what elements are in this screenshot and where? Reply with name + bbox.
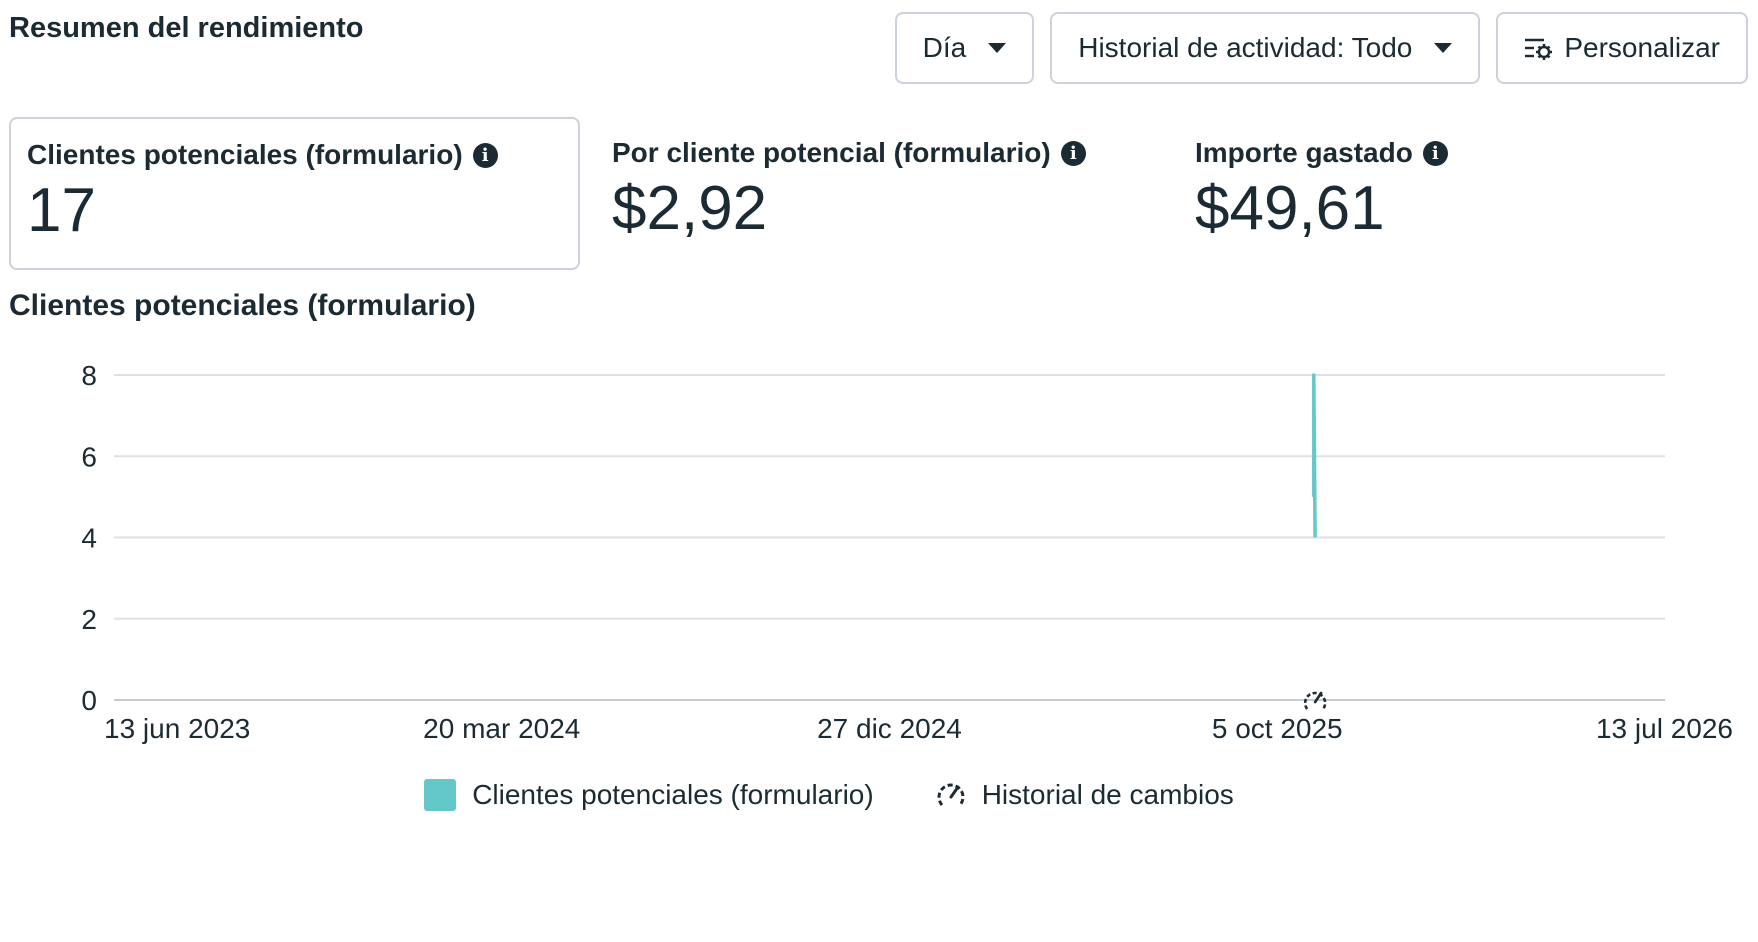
toolbar: Día Historial de actividad: Todo Persona… [894,12,1748,84]
x-tick-label: 27 dic 2024 [817,713,962,744]
y-tick-label: 2 [81,604,97,635]
y-tick-label: 6 [81,441,97,472]
metric-value: $49,61 [1195,174,1385,243]
caret-down-icon [1434,43,1453,53]
metric-card-amount-spent[interactable]: Importe gastado i $49,61 [1179,117,1749,270]
activity-history-dropdown[interactable]: Historial de actividad: Todo [1050,12,1481,84]
legend-label: Clientes potenciales (formulario) [472,779,874,810]
y-tick-label: 8 [81,360,97,391]
info-icon[interactable]: i [1060,140,1086,166]
customize-button-label: Personalizar [1564,32,1720,63]
chart-legend: Clientes potenciales (formulario) Histor… [0,778,1758,812]
metric-label-text: Importe gastado [1195,137,1413,168]
metric-value: 17 [27,176,96,245]
metric-label: Clientes potenciales (formulario) i [27,139,562,171]
info-icon[interactable]: i [1422,140,1448,166]
x-tick-label: 13 jul 2026 [1596,713,1733,744]
metrics-row: Clientes potenciales (formulario) i 17 P… [9,117,1749,270]
customize-icon [1525,38,1553,60]
y-tick-label: 4 [81,523,97,554]
page-title: Resumen del rendimiento [9,12,364,44]
day-dropdown[interactable]: Día [894,12,1035,84]
day-dropdown-label: Día [922,32,967,63]
x-tick-label: 13 jun 2023 [104,713,250,744]
change-history-icon [937,783,965,806]
chart-title: Clientes potenciales (formulario) [9,289,476,322]
legend-swatch [424,779,457,811]
metric-label: Importe gastado i [1195,137,1733,169]
leads-line-chart: 0 2 4 6 8 13 jun 2023 20 mar 2024 27 dic 2024 5 … [81,360,1733,744]
legend-item-change-history[interactable]: Historial de cambios [934,778,1234,812]
activity-history-label: Historial de actividad: Todo [1078,32,1413,63]
y-tick-label: 0 [81,685,97,716]
metric-label-text: Por cliente potencial (formulario) [612,137,1051,168]
series-line [1312,373,1317,538]
metric-card-leads[interactable]: Clientes potenciales (formulario) i 17 [9,117,580,270]
caret-down-icon [988,43,1007,53]
metric-label-text: Clientes potenciales (formulario) [27,139,463,170]
metric-label: Por cliente potencial (formulario) i [612,137,1150,169]
customize-button[interactable]: Personalizar [1496,12,1748,84]
metric-value: $2,92 [612,174,768,243]
x-tick-label: 5 oct 2025 [1212,713,1343,744]
info-icon[interactable]: i [472,142,498,168]
legend-item-leads[interactable]: Clientes potenciales (formulario) [424,779,874,811]
x-tick-label: 20 mar 2024 [423,713,580,744]
metric-card-cost-per-lead[interactable]: Por cliente potencial (formulario) i $2,… [596,117,1166,270]
legend-label: Historial de cambios [981,779,1234,810]
